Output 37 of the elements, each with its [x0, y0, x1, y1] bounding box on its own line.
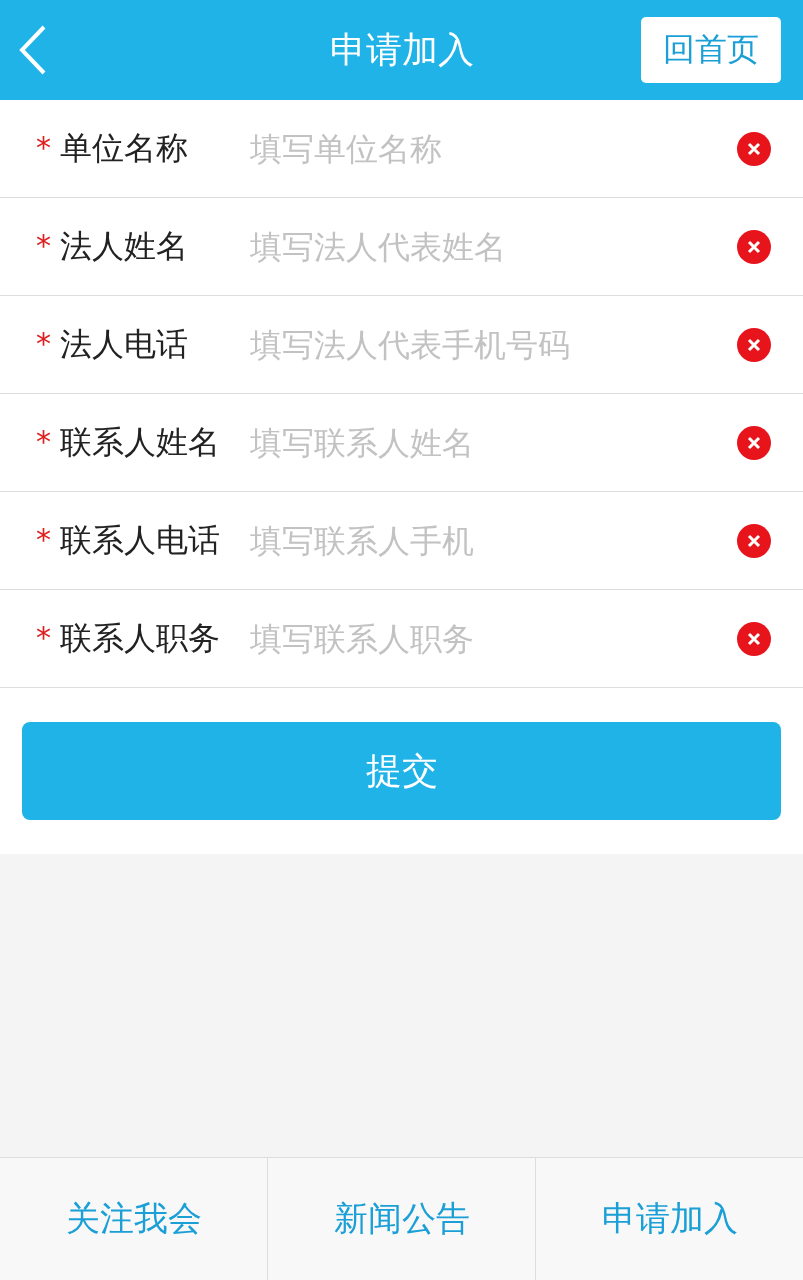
clear-button[interactable]: [737, 327, 771, 362]
field-label: 单位名称: [60, 127, 189, 169]
clear-button[interactable]: [737, 621, 771, 656]
input-field[interactable]: 填写法人代表姓名: [248, 226, 737, 267]
input-field[interactable]: 填写联系人职务: [248, 618, 737, 659]
submit-button[interactable]: 提交: [22, 722, 781, 820]
close-icon: [747, 435, 761, 450]
nav-tab[interactable]: 新闻公告: [267, 1158, 535, 1280]
clear-button[interactable]: [737, 523, 771, 558]
field-label: 法人电话: [60, 323, 189, 365]
required-mark: *: [36, 228, 52, 263]
close-icon: [747, 631, 761, 646]
input-field[interactable]: 填写法人代表手机号码: [248, 324, 737, 365]
close-icon: [747, 141, 761, 156]
input-field[interactable]: 填写联系人手机: [248, 520, 737, 561]
field-label: 联系人职务: [60, 617, 221, 659]
required-mark: *: [36, 522, 52, 557]
field-label: 联系人姓名: [60, 421, 221, 463]
field-label: 法人姓名: [60, 225, 189, 267]
close-icon: [747, 533, 761, 548]
required-mark: *: [36, 424, 52, 459]
clear-button[interactable]: [737, 131, 771, 166]
clear-button[interactable]: [737, 229, 771, 264]
required-mark: *: [36, 326, 52, 361]
close-icon: [747, 337, 761, 352]
nav-tab[interactable]: 关注我会: [0, 1158, 267, 1280]
nav-tab[interactable]: 申请加入: [535, 1158, 803, 1280]
input-field[interactable]: 填写单位名称: [248, 128, 737, 169]
field-label: 联系人电话: [60, 519, 221, 561]
page-title: 申请加入: [329, 27, 474, 72]
required-mark: *: [36, 620, 52, 655]
back-icon: [18, 24, 48, 76]
input-field[interactable]: 填写联系人姓名: [248, 422, 737, 463]
required-mark: *: [36, 130, 52, 165]
clear-button[interactable]: [737, 425, 771, 460]
home-button[interactable]: 回首页: [641, 17, 781, 83]
close-icon: [747, 239, 761, 254]
